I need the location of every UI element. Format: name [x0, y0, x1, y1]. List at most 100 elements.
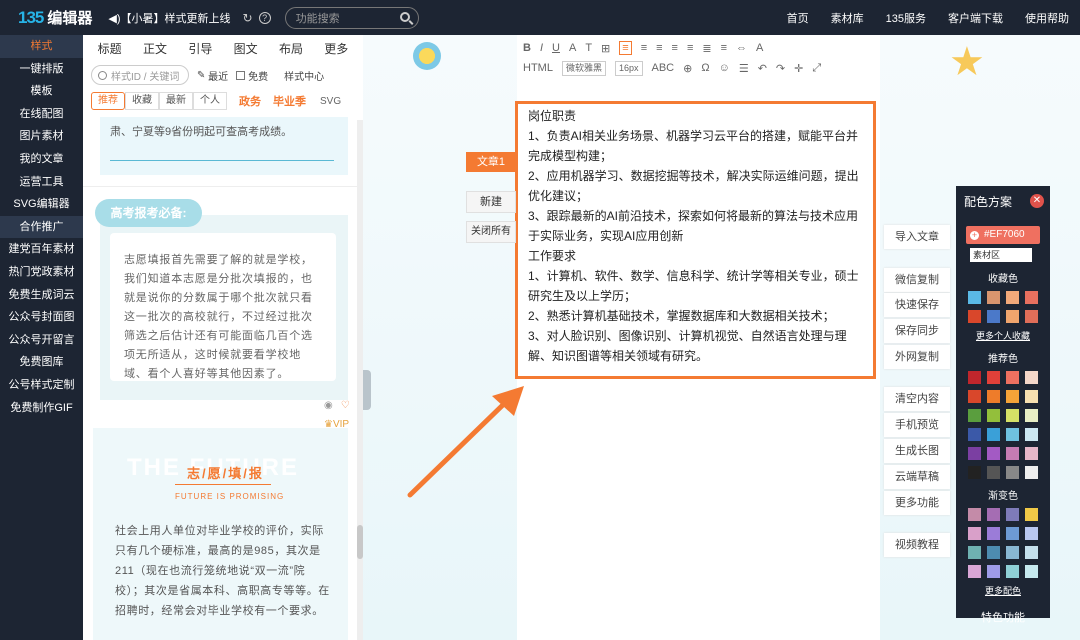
close-all-button[interactable]: 关闭所有	[466, 221, 516, 243]
font-size-select[interactable]: 16px	[614, 60, 643, 76]
sidebar-item-party-materials[interactable]: 热门党政素材	[0, 261, 83, 284]
sidebar-item-gif-maker[interactable]: 免费制作GIF	[0, 397, 83, 420]
color-swatch[interactable]	[1025, 565, 1038, 578]
color-swatch[interactable]	[987, 546, 1000, 559]
color-swatch[interactable]	[1006, 466, 1019, 479]
style-search-input[interactable]: 样式ID / 关键词	[91, 65, 189, 85]
plus-icon[interactable]: +	[970, 230, 979, 240]
emoji-button[interactable]: ☺	[719, 62, 730, 74]
color-swatch[interactable]	[987, 390, 1000, 403]
sidebar-item-word-cloud[interactable]: 免费生成词云	[0, 284, 83, 307]
save-sync-button[interactable]: 保存同步	[884, 319, 950, 343]
color-swatch[interactable]	[1006, 310, 1019, 323]
paragraph-spacing-button[interactable]: ≡	[721, 42, 727, 54]
color-swatch[interactable]	[968, 428, 981, 441]
align-center-button[interactable]: ≡	[641, 42, 647, 54]
color-swatch[interactable]	[987, 565, 1000, 578]
gradient-colors-label[interactable]: 渐变色	[956, 487, 1050, 502]
quick-save-button[interactable]: 快速保存	[884, 293, 950, 317]
nav-home[interactable]: 首页	[787, 10, 809, 26]
filter-svg[interactable]: SVG	[320, 96, 341, 107]
collect-colors-label[interactable]: 收藏色	[956, 270, 1050, 285]
filter-personal[interactable]: 个人	[193, 92, 227, 110]
color-swatch[interactable]	[1006, 390, 1019, 403]
refresh-icon[interactable]: ↻	[243, 11, 253, 25]
feature-search-input[interactable]: 功能搜索	[284, 6, 419, 29]
color-swatch[interactable]	[1006, 546, 1019, 559]
color-swatch[interactable]	[968, 390, 981, 403]
recommend-colors-label[interactable]: 推荐色	[956, 350, 1050, 365]
sidebar-item-templates[interactable]: 模板	[0, 80, 83, 103]
update-notice[interactable]: ◀)【小暑】样式更新上线	[108, 10, 230, 26]
help-icon[interactable]: ?	[258, 11, 271, 24]
sidebar-item-comments[interactable]: 公众号开留言	[0, 329, 83, 352]
style-card-3[interactable]: THE FUTURE 志/愿/填/报 FUTURE IS PROMISING 社…	[93, 428, 348, 640]
color-swatch[interactable]	[968, 565, 981, 578]
sidebar-item-svg-editor[interactable]: SVG编辑器	[0, 193, 83, 216]
fullscreen-icon[interactable]: ⤢	[812, 62, 821, 75]
color-swatch[interactable]	[1025, 508, 1038, 521]
video-tutorial-button[interactable]: 视频教程	[884, 533, 950, 557]
html-button[interactable]: HTML	[523, 62, 553, 74]
color-swatch[interactable]	[987, 447, 1000, 460]
border-button[interactable]: ⊞	[601, 42, 610, 55]
collapse-handle[interactable]	[363, 370, 371, 410]
search-icon[interactable]	[399, 11, 410, 22]
color-swatch[interactable]	[968, 310, 981, 323]
color-swatch[interactable]	[1025, 447, 1038, 460]
italic-button[interactable]: I	[540, 42, 543, 54]
color-swatch[interactable]	[968, 546, 981, 559]
nav-download[interactable]: 客户端下载	[948, 10, 1003, 26]
spellcheck-button[interactable]: ABC	[652, 62, 675, 74]
filter-government[interactable]: 政务	[239, 93, 261, 109]
external-copy-button[interactable]: 外网复制	[884, 345, 950, 369]
free-checkbox[interactable]: 免费	[236, 68, 268, 83]
cloud-drafts-button[interactable]: 云端草稿	[884, 465, 950, 489]
more-colors-link[interactable]: 更多配色	[956, 584, 1050, 597]
font-color-button[interactable]: A	[569, 42, 576, 54]
special-char-button[interactable]: Ω	[701, 62, 709, 74]
close-icon[interactable]: ✕	[1030, 194, 1044, 208]
filter-latest[interactable]: 最新	[159, 92, 193, 110]
color-swatch[interactable]	[1006, 565, 1019, 578]
sidebar-item-my-articles[interactable]: 我的文章	[0, 148, 83, 171]
filter-recommended[interactable]: 推荐	[91, 92, 125, 110]
recent-button[interactable]: ✎ 最近	[197, 68, 228, 83]
wechat-copy-button[interactable]: 微信复制	[884, 268, 950, 292]
sidebar-item-partnership[interactable]: 合作推广	[0, 215, 83, 239]
color-swatch[interactable]	[987, 527, 1000, 540]
sidebar-item-custom-styles[interactable]: 公号样式定制	[0, 374, 83, 397]
color-swatch[interactable]	[1006, 371, 1019, 384]
tab-title[interactable]: 标题	[98, 40, 122, 57]
more-features-button[interactable]: 更多功能	[884, 491, 950, 515]
redo-button[interactable]: ↷	[776, 62, 785, 75]
color-swatch[interactable]	[1025, 390, 1038, 403]
tab-image-text[interactable]: 图文	[234, 40, 258, 57]
undo-button[interactable]: ↶	[758, 62, 767, 75]
sidebar-item-party-centenary[interactable]: 建党百年素材	[0, 238, 83, 261]
color-swatch[interactable]	[968, 508, 981, 521]
nav-services[interactable]: 135服务	[886, 10, 926, 26]
import-article-button[interactable]: 导入文章	[884, 225, 950, 249]
color-swatch[interactable]	[987, 428, 1000, 441]
heart-icon[interactable]: ♡	[341, 400, 350, 411]
color-swatch[interactable]	[987, 508, 1000, 521]
filter-graduation[interactable]: 毕业季	[273, 93, 306, 109]
style-card-2[interactable]: 志愿填报首先需要了解的就是学校，我们知道本志愿是分批次填报的，也就是说你的分数属…	[100, 215, 348, 400]
color-swatch[interactable]	[968, 527, 981, 540]
link-icon[interactable]: ⊕	[683, 62, 692, 75]
color-swatch[interactable]	[987, 291, 1000, 304]
bold-button[interactable]: B	[523, 42, 531, 54]
align-justify-button[interactable]: ≡	[672, 42, 678, 54]
sidebar-item-ops-tools[interactable]: 运营工具	[0, 171, 83, 194]
color-swatch[interactable]	[1006, 527, 1019, 540]
font-bg-button[interactable]: T	[585, 42, 592, 54]
color-swatch[interactable]	[987, 409, 1000, 422]
font-family-select[interactable]: 微软雅黑	[561, 60, 606, 76]
clear-content-button[interactable]: 清空内容	[884, 387, 950, 411]
color-swatch[interactable]	[968, 291, 981, 304]
color-swatch[interactable]	[1025, 428, 1038, 441]
article-tab[interactable]: 文章1	[466, 152, 516, 172]
color-swatch[interactable]	[987, 466, 1000, 479]
sidebar-item-styles[interactable]: 样式	[0, 35, 83, 58]
